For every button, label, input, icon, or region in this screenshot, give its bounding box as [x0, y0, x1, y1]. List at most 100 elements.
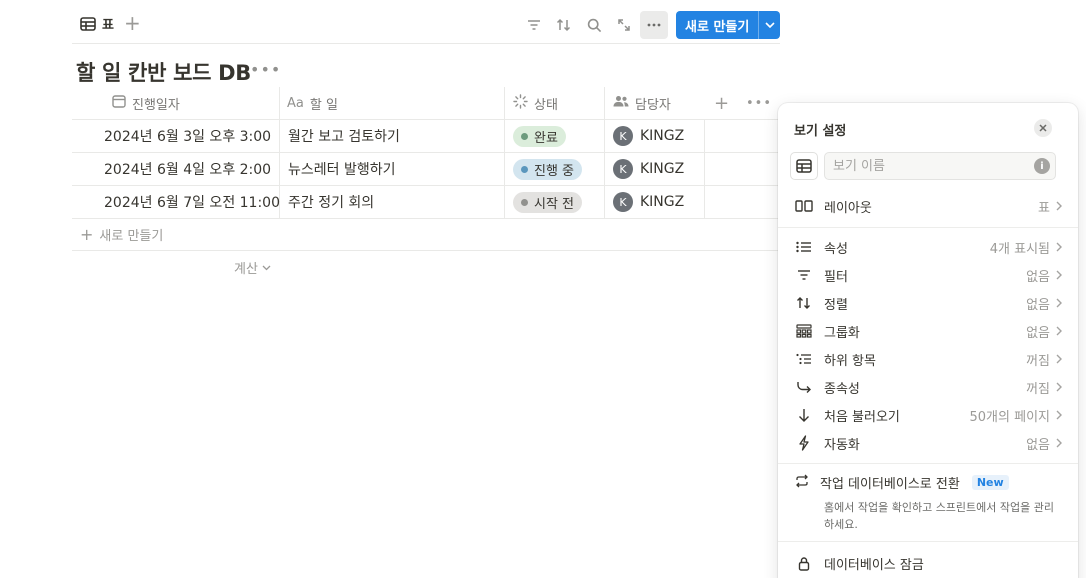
table-row[interactable]: 2024년 6월 4일 오후 2:00 뉴스레터 발행하기 진행 중 K KIN…: [72, 153, 778, 186]
panel-item-sort[interactable]: 정렬 없음: [778, 289, 1078, 317]
column-header-assignee[interactable]: 담당자: [613, 87, 671, 119]
convert-description: 홈에서 작업을 확인하고 스프린트에서 작업을 관리하세요.: [824, 501, 1055, 531]
new-badge: New: [971, 475, 1009, 490]
panel-item-load-limit[interactable]: 처음 불러오기 50개의 페이지: [778, 401, 1078, 429]
convert-label: 작업 데이터베이스로 전환: [820, 477, 960, 492]
status-badge: 진행 중: [513, 158, 583, 180]
assignee-name: KINGZ: [640, 128, 685, 144]
column-header-label: 담당자: [635, 97, 671, 113]
avatar: K: [613, 192, 633, 212]
calculate-button[interactable]: 계산: [234, 258, 271, 277]
panel-item-label: 데이터베이스 잠금: [824, 557, 924, 573]
panel-item-dependencies[interactable]: 종속성 꺼짐: [778, 373, 1078, 401]
add-view-icon[interactable]: +: [124, 11, 141, 35]
new-button[interactable]: 새로 만들기: [676, 11, 780, 39]
panel-item-properties[interactable]: 속성 4개 표시됨: [778, 233, 1078, 261]
panel-item-label: 그룹화: [824, 325, 860, 341]
status-dot: [521, 132, 528, 140]
expand-icon[interactable]: [612, 13, 636, 37]
view-tab-table[interactable]: 표: [80, 14, 114, 33]
view-name-input[interactable]: [824, 152, 1056, 180]
calendar-icon: [112, 94, 126, 112]
assignee-cell[interactable]: K KINGZ: [613, 120, 684, 152]
layout-icon: [794, 199, 814, 213]
status-cell[interactable]: 진행 중: [513, 153, 583, 185]
chevron-down-icon[interactable]: [759, 22, 780, 28]
panel-item-layout[interactable]: 레이아웃 표: [778, 192, 1078, 220]
group-icon: [794, 324, 814, 338]
panel-item-label: 레이아웃: [824, 200, 872, 216]
title-more-icon[interactable]: •••: [250, 60, 281, 79]
info-icon[interactable]: i: [1034, 158, 1050, 174]
chevron-right-icon: [1056, 438, 1062, 448]
task-cell[interactable]: 주간 정기 회의: [288, 186, 374, 218]
assignee-name: KINGZ: [640, 161, 685, 177]
panel-item-value: 없음: [1026, 269, 1050, 285]
panel-item-automations[interactable]: 자동화 없음: [778, 429, 1078, 457]
chevron-right-icon: [1056, 326, 1062, 336]
view-settings-panel: 보기 설정 i 레이아웃 표 속성 4개 표시됨 필터 없음 정: [778, 103, 1078, 578]
date-cell[interactable]: 2024년 6월 7일 오전 11:00: [104, 186, 280, 218]
status-dot: [521, 198, 528, 206]
more-options-icon[interactable]: [640, 11, 668, 39]
convert-to-task-db-button[interactable]: 작업 데이터베이스로 전환 New: [794, 473, 1009, 492]
close-icon[interactable]: [1034, 119, 1052, 137]
status-dot: [521, 165, 528, 173]
panel-item-subitems[interactable]: 하위 항목 꺼짐: [778, 345, 1078, 373]
status-badge: 시작 전: [513, 191, 583, 213]
column-header-status[interactable]: 상태: [513, 87, 558, 119]
avatar: K: [613, 159, 633, 179]
assignee-cell[interactable]: K KINGZ: [613, 186, 684, 218]
chevron-right-icon: [1056, 242, 1062, 252]
sort-icon[interactable]: [552, 13, 576, 37]
status-cell[interactable]: 완료: [513, 120, 566, 152]
add-row-button[interactable]: + 새로 만들기: [72, 219, 778, 251]
panel-item-lock-database[interactable]: 데이터베이스 잠금: [778, 549, 1078, 577]
column-header-label: 할 일: [309, 97, 338, 113]
date-cell[interactable]: 2024년 6월 3일 오후 3:00: [104, 120, 271, 152]
column-header-date[interactable]: 진행일자: [112, 87, 180, 119]
status-label: 진행 중: [534, 163, 575, 179]
column-header-task[interactable]: Aa 할 일: [287, 87, 338, 119]
panel-item-label: 자동화: [824, 437, 860, 453]
status-cell[interactable]: 시작 전: [513, 186, 583, 218]
panel-item-group[interactable]: 그룹화 없음: [778, 317, 1078, 345]
table-row[interactable]: 2024년 6월 3일 오후 3:00 월간 보고 검토하기 완료 K KING…: [72, 120, 778, 153]
panel-item-label: 하위 항목: [824, 353, 876, 369]
panel-item-value: 50개의 페이지: [969, 409, 1050, 425]
add-property-icon[interactable]: +: [714, 87, 729, 119]
search-icon[interactable]: [582, 13, 606, 37]
subitem-icon: [794, 353, 814, 365]
list-icon: [794, 241, 814, 253]
panel-item-filter[interactable]: 필터 없음: [778, 261, 1078, 289]
panel-item-value: 꺼짐: [1026, 353, 1050, 369]
status-label: 완료: [534, 130, 558, 146]
filter-icon[interactable]: [522, 13, 546, 37]
new-button-label: 새로 만들기: [685, 19, 750, 35]
status-badge: 완료: [513, 125, 566, 147]
database-toolbar: 표 + 새로 만들기: [72, 8, 780, 44]
task-cell[interactable]: 뉴스레터 발행하기: [288, 153, 396, 185]
date-cell[interactable]: 2024년 6월 4일 오후 2:00: [104, 153, 271, 185]
panel-item-label: 속성: [824, 241, 848, 257]
panel-divider: [778, 541, 1078, 542]
chevron-right-icon: [1056, 298, 1062, 308]
panel-title: 보기 설정: [794, 124, 847, 139]
panel-item-label: 종속성: [824, 381, 860, 397]
page-title[interactable]: 할 일 칸반 보드 DB: [76, 57, 251, 87]
assignee-cell[interactable]: K KINGZ: [613, 153, 684, 185]
view-icon-picker[interactable]: [790, 152, 818, 180]
lock-icon: [794, 556, 814, 571]
task-cell[interactable]: 월간 보고 검토하기: [288, 120, 400, 152]
chevron-right-icon: [1056, 354, 1062, 364]
people-icon: [613, 95, 629, 111]
panel-item-label: 처음 불러오기: [824, 409, 900, 425]
assignee-name: KINGZ: [640, 194, 685, 210]
arrow-down-icon: [794, 408, 814, 422]
panel-item-value: 표: [1038, 200, 1050, 216]
column-more-icon[interactable]: •••: [746, 87, 772, 119]
panel-item-value: 4개 표시됨: [989, 241, 1050, 257]
table-row[interactable]: 2024년 6월 7일 오전 11:00 주간 정기 회의 시작 전 K KIN…: [72, 186, 778, 219]
column-header-label: 진행일자: [132, 97, 180, 113]
text-icon: Aa: [287, 95, 304, 111]
